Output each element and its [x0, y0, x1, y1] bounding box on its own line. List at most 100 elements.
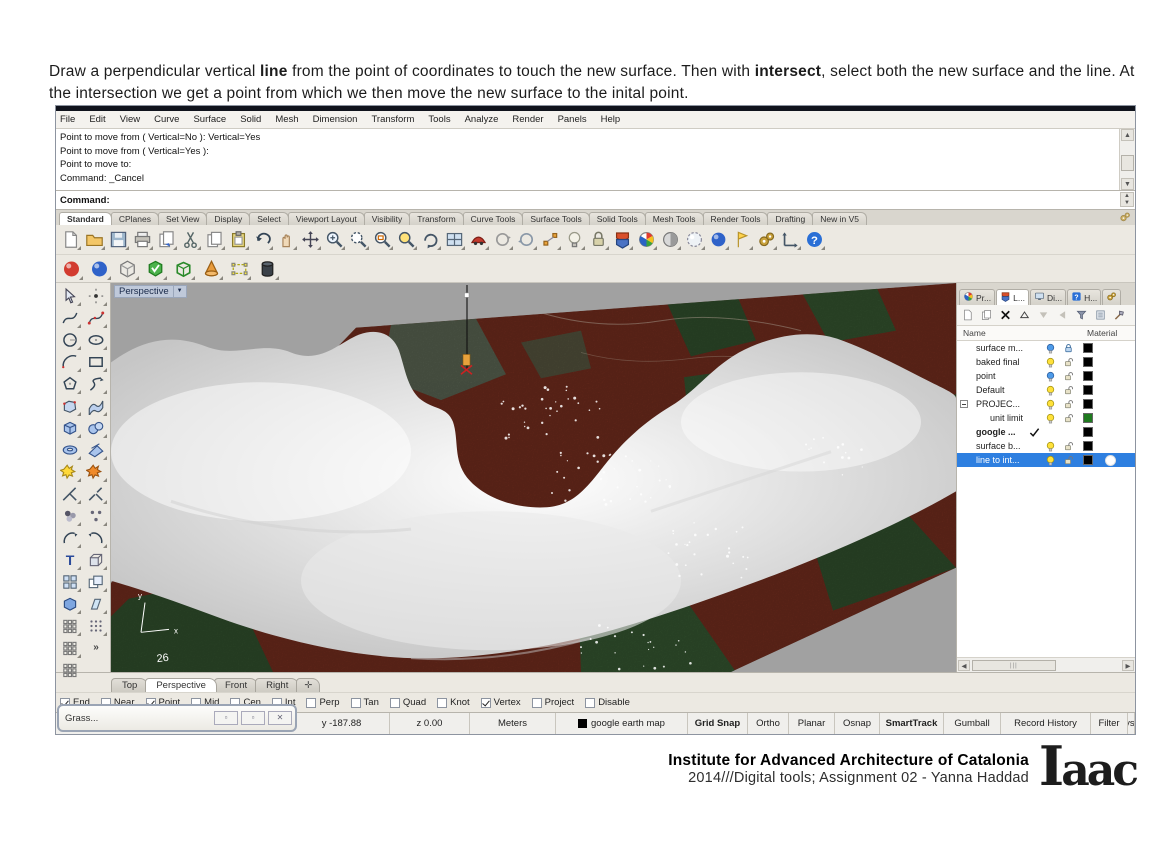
cut-button[interactable] [179, 228, 202, 251]
sheet-button[interactable] [1092, 307, 1109, 323]
palette-surface-tilt-button[interactable] [84, 439, 108, 461]
layer-row-default[interactable]: Default [957, 383, 1135, 397]
paste-button[interactable] [227, 228, 250, 251]
page-copy-button[interactable] [155, 228, 178, 251]
layer-lock-icon[interactable] [1063, 385, 1074, 396]
pan-button[interactable] [275, 228, 298, 251]
undo-button[interactable] [251, 228, 274, 251]
checkbox-icon[interactable] [389, 697, 400, 708]
sphere-red-button[interactable] [59, 257, 84, 281]
palette-more-button[interactable]: » [83, 637, 109, 659]
move-button[interactable] [299, 228, 322, 251]
layer-color-swatch[interactable] [1083, 343, 1093, 353]
close-icon[interactable]: ✕ [268, 711, 292, 725]
rotate-view-button[interactable] [419, 228, 442, 251]
toolbar-tab-cplanes[interactable]: CPlanes [110, 212, 159, 225]
menu-curve[interactable]: Curve [154, 114, 179, 125]
toolbar-tab-solid-tools[interactable]: Solid Tools [588, 212, 646, 225]
menu-surface[interactable]: Surface [193, 114, 226, 125]
palette-rectangle-button[interactable] [84, 351, 108, 373]
menu-dimension[interactable]: Dimension [313, 114, 358, 125]
layer-color-swatch[interactable] [1083, 441, 1093, 451]
expander-icon[interactable] [960, 400, 968, 408]
palette-surface-points-button[interactable] [58, 395, 82, 417]
menu-mesh[interactable]: Mesh [275, 114, 298, 125]
toolbar-tab-select[interactable]: Select [249, 212, 289, 225]
menu-transform[interactable]: Transform [371, 114, 414, 125]
zoom-dynamic-button[interactable] [347, 228, 370, 251]
palette-text-button[interactable]: T [58, 549, 82, 571]
toolbar-tab-viewport-layout[interactable]: Viewport Layout [287, 212, 365, 225]
gear-icon[interactable] [1119, 211, 1131, 223]
panel-tab-pr[interactable]: Pr... [959, 289, 996, 305]
status-y-187-88[interactable]: y -187.88 [294, 713, 390, 734]
bulb-button[interactable] [563, 228, 586, 251]
layer-color-swatch[interactable] [1083, 455, 1093, 465]
panel-hscrollbar[interactable]: ◀ ||| ▶ [957, 657, 1135, 672]
viewport-tab-perspective[interactable]: Perspective [145, 678, 217, 692]
hscroll-track[interactable]: ||| [970, 659, 1122, 671]
status-available-physical-memor[interactable]: Available physical memor... [1128, 713, 1135, 734]
menu-help[interactable]: Help [601, 114, 621, 125]
toolbar-tab-new-in-v5[interactable]: New in V5 [812, 212, 867, 225]
viewport-title[interactable]: Perspective ▼ [114, 285, 187, 298]
named-view-button[interactable] [467, 228, 490, 251]
toolbar-tab-render-tools[interactable]: Render Tools [702, 212, 769, 225]
up-button[interactable] [1016, 307, 1033, 323]
osnap-knot[interactable]: Knot [437, 697, 470, 708]
palette-block-button[interactable] [84, 549, 108, 571]
color-wheel-button[interactable] [635, 228, 658, 251]
palette-torus-button[interactable] [58, 439, 82, 461]
menu-view[interactable]: View [120, 114, 140, 125]
status-gumball[interactable]: Gumball [944, 713, 1001, 734]
box-open-button[interactable] [171, 257, 196, 281]
toolbar-tab-set-view[interactable]: Set View [157, 212, 208, 225]
layer-lock-icon[interactable] [1063, 343, 1074, 354]
layer-color-swatch[interactable] [1083, 357, 1093, 367]
palette-boolean-button[interactable] [58, 461, 82, 483]
layer-lock-icon[interactable] [1063, 455, 1074, 466]
viewport-tab-front[interactable]: Front [213, 678, 259, 692]
status-meters[interactable]: Meters [470, 713, 556, 734]
rotate-right-button[interactable] [515, 228, 538, 251]
palette-control-curve-button[interactable] [84, 307, 108, 329]
osnap-vertex[interactable]: Vertex [480, 697, 521, 708]
viewport-tab-right[interactable]: Right [255, 678, 300, 692]
osnap-project[interactable]: Project [531, 697, 574, 708]
toolbar-tab-standard[interactable]: Standard [59, 212, 112, 225]
status-grid-snap[interactable]: Grid Snap [688, 713, 748, 734]
palette-array-999-button[interactable] [58, 659, 82, 681]
palette-grid4-button[interactable] [58, 571, 82, 593]
layer-visibility-bulb-icon[interactable] [1045, 413, 1056, 424]
cone-button[interactable] [199, 257, 224, 281]
control-rect-button[interactable] [227, 257, 252, 281]
line-point-handle[interactable] [464, 292, 470, 298]
layer-visibility-bulb-icon[interactable] [1045, 441, 1056, 452]
delete-layer-button[interactable] [997, 307, 1014, 323]
palette-surface-curves-button[interactable] [84, 395, 108, 417]
palette-curve-button[interactable] [58, 307, 82, 329]
toolbar-tab-mesh-tools[interactable]: Mesh Tools [644, 212, 704, 225]
command-spinner[interactable]: ▲ ▼ [1120, 192, 1134, 207]
layer-row-line-to-int[interactable]: line to int... [957, 453, 1135, 467]
checkbox-icon[interactable] [350, 697, 361, 708]
scroll-down-icon[interactable]: ▼ [1121, 178, 1134, 190]
layer-color-swatch[interactable] [1083, 371, 1093, 381]
lock-button[interactable] [587, 228, 610, 251]
zoom-window-button[interactable] [371, 228, 394, 251]
palette-slant-box-button[interactable] [84, 593, 108, 615]
menu-tools[interactable]: Tools [428, 114, 450, 125]
palette-split-button[interactable] [84, 483, 108, 505]
palette-spheres-button[interactable] [84, 417, 108, 439]
perspective-viewport[interactable]: Perspective ▼ x y 26 [111, 283, 957, 672]
menu-file[interactable]: File [60, 114, 75, 125]
status-osnap[interactable]: Osnap [835, 713, 880, 734]
checkbox-icon[interactable] [531, 697, 542, 708]
box-check-button[interactable] [143, 257, 168, 281]
zoom-selected-button[interactable] [395, 228, 418, 251]
viewport-tab-top[interactable]: Top [111, 678, 149, 692]
palette-box-button[interactable] [58, 417, 82, 439]
status-smarttrack[interactable]: SmartTrack [880, 713, 944, 734]
grasshopper-window[interactable]: Grass... ▫ ▫ ✕ [57, 704, 297, 732]
palette-plane-copy-button[interactable] [84, 571, 108, 593]
